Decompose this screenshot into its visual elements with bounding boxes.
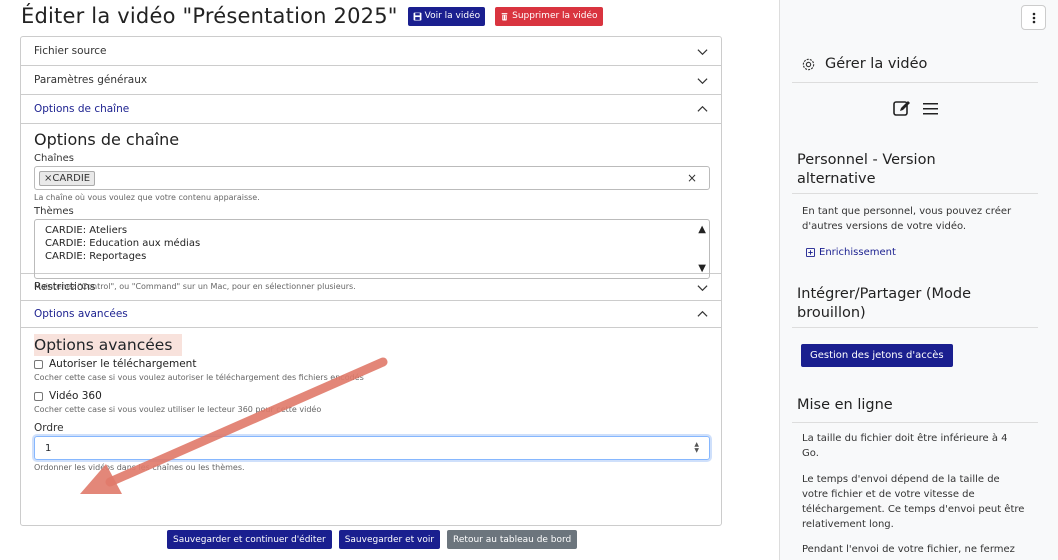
title-row: Éditer la vidéo "Présentation 2025" Voir…: [21, 4, 603, 28]
download-label: Autoriser le téléchargement: [49, 358, 197, 370]
channels-help: La chaîne où vous voulez que votre conte…: [34, 193, 260, 202]
divider: [792, 82, 1038, 83]
more-options-button[interactable]: [1021, 5, 1046, 30]
gear-icon: [802, 58, 815, 70]
upload-text-warning: Pendant l'envoi de votre fichier, ne fer…: [802, 544, 1015, 555]
view-video-button[interactable]: Voir la vidéo: [407, 6, 486, 26]
order-input[interactable]: 1 ▲ ▼: [34, 436, 710, 460]
themes-listbox[interactable]: CARDIE: Ateliers CARDIE: Education aux m…: [34, 219, 710, 279]
advanced-options-title: Options avancées: [34, 334, 183, 356]
theme-option[interactable]: CARDIE: Reportages: [45, 250, 699, 263]
themes-label: Thèmes: [34, 206, 74, 217]
accordion-restrictions-label: Restrictions: [34, 281, 96, 293]
divider: [792, 327, 1038, 328]
video360-checkbox-row[interactable]: Vidéo 360: [34, 390, 708, 402]
accordion-general-params-label: Paramètres généraux: [34, 74, 148, 86]
download-help: Cocher cette case si vous voulez autoris…: [34, 373, 364, 382]
personal-heading: Personnel - Version alternative: [797, 152, 936, 187]
channel-options-panel: Options de chaîne Chaînes ×CARDIE × La c…: [21, 124, 721, 291]
menu-icon[interactable]: [923, 102, 938, 115]
accordion-channel-options-label: Options de chaîne: [34, 103, 130, 115]
enrichment-link[interactable]: Enrichissement: [806, 247, 896, 258]
divider: [792, 193, 1038, 194]
save-icon: [413, 12, 422, 20]
edit-accordion: Fichier source Paramètres généraux Optio…: [20, 36, 722, 526]
channel-options-title: Options de chaîne: [34, 130, 180, 149]
order-spinner[interactable]: ▲ ▼: [694, 442, 699, 454]
personal-text: En tant que personnel, vous pouvez créer…: [802, 206, 1012, 232]
video360-label: Vidéo 360: [49, 390, 102, 402]
edit-icon[interactable]: [893, 100, 911, 117]
embed-heading: Intégrer/Partager (Mode brouillon): [797, 286, 972, 321]
save-view-button[interactable]: Sauvegarder et voir: [338, 530, 441, 549]
plus-square-icon: [806, 248, 815, 257]
delete-video-label: Supprimer la vidéo: [512, 11, 598, 21]
theme-option[interactable]: CARDIE: Education aux médias: [45, 237, 699, 250]
theme-option[interactable]: CARDIE: Ateliers: [45, 224, 699, 237]
kebab-icon: [1032, 12, 1035, 23]
enrichment-label: Enrichissement: [819, 247, 896, 258]
accordion-advanced-options-label: Options avancées: [34, 308, 128, 320]
upload-text-time: Le temps d'envoi dépend de la taille de …: [802, 474, 1025, 530]
order-label: Ordre: [34, 422, 64, 434]
trash-icon: [501, 12, 508, 20]
chevron-up-icon: [697, 105, 708, 112]
form-actions: Sauvegarder et continuer d'éditer Sauveg…: [167, 530, 578, 549]
scroll-up-icon: ▲: [698, 224, 706, 235]
spin-down-icon[interactable]: ▼: [694, 448, 699, 454]
divider: [792, 422, 1038, 423]
chevron-down-icon: [697, 284, 708, 291]
page-title: Éditer la vidéo "Présentation 2025": [21, 4, 398, 28]
video360-checkbox[interactable]: [34, 391, 43, 401]
chevron-down-icon: [697, 77, 708, 84]
download-checkbox-row[interactable]: Autoriser le téléchargement: [34, 358, 708, 370]
chevron-down-icon: [697, 48, 708, 55]
advanced-options-panel: Options avancées Autoriser le télécharge…: [21, 328, 721, 478]
clear-icon[interactable]: ×: [687, 171, 697, 185]
delete-video-button[interactable]: Supprimer la vidéo: [495, 6, 603, 26]
back-dashboard-button[interactable]: Retour au tableau de bord: [447, 530, 578, 549]
download-checkbox[interactable]: [34, 359, 43, 369]
accordion-advanced-options[interactable]: Options avancées: [21, 301, 721, 328]
upload-heading: Mise en ligne: [797, 397, 893, 413]
order-value: 1: [45, 442, 52, 454]
manage-video-title: Gérer la vidéo: [825, 56, 928, 72]
save-continue-button[interactable]: Sauvegarder et continuer d'éditer: [167, 530, 332, 549]
accordion-source-file-label: Fichier source: [34, 45, 107, 57]
channels-label: Chaînes: [34, 153, 74, 164]
channels-select[interactable]: ×CARDIE ×: [34, 166, 710, 190]
scroll-down-icon: ▼: [698, 263, 706, 274]
accordion-source-file[interactable]: Fichier source: [21, 37, 721, 66]
video360-help: Cocher cette case si vous voulez utilise…: [34, 405, 322, 414]
accordion-general-params[interactable]: Paramètres généraux: [21, 66, 721, 95]
manage-video-heading: Gérer la vidéo: [801, 56, 927, 72]
channel-tag[interactable]: ×CARDIE: [39, 170, 96, 186]
view-video-label: Voir la vidéo: [424, 11, 481, 21]
chevron-up-icon: [697, 310, 708, 317]
order-help: Ordonner les vidéos dans les chaînes ou …: [34, 463, 245, 472]
upload-text-size: La taille du fichier doit être inférieur…: [802, 433, 1008, 459]
access-tokens-button[interactable]: Gestion des jetons d'accès: [801, 344, 953, 367]
accordion-channel-options[interactable]: Options de chaîne: [21, 95, 721, 124]
listbox-scrollbar[interactable]: ▲ ▼: [698, 223, 706, 275]
